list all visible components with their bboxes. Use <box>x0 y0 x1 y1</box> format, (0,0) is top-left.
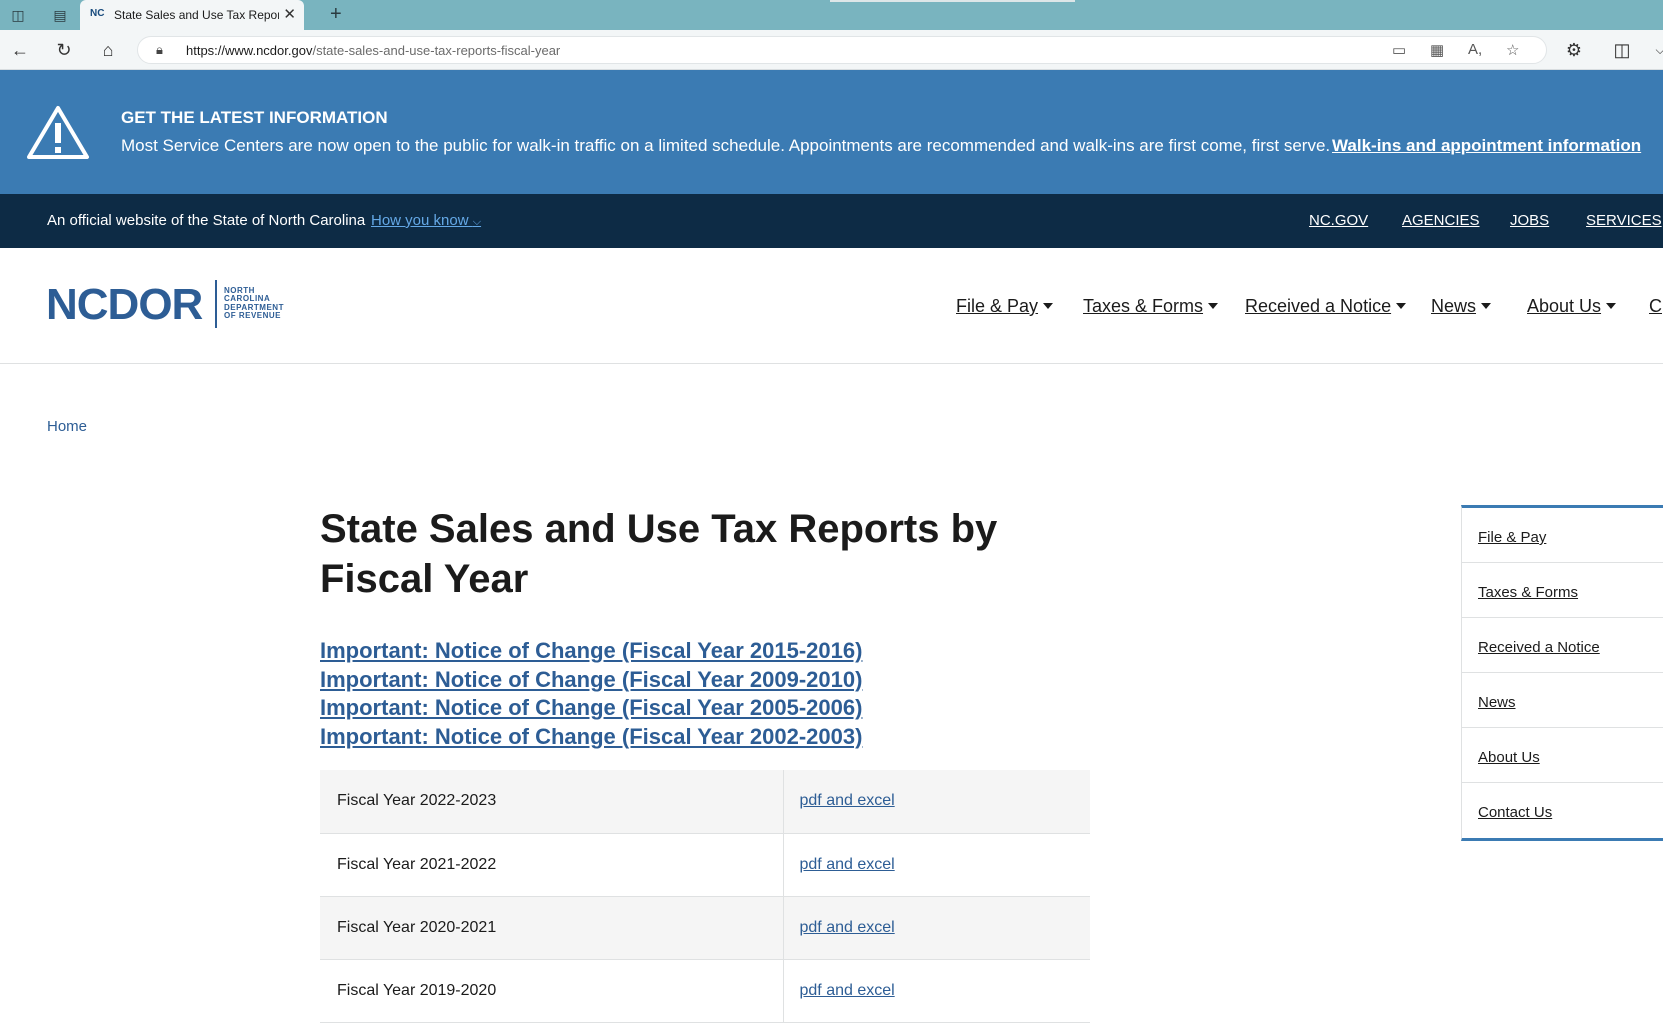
side-nav-item: Taxes & Forms <box>1462 563 1663 618</box>
lock-icon: 🔒︎ <box>156 42 163 57</box>
caret-down-icon <box>1481 303 1492 309</box>
tab-title: State Sales and Use Tax Reports by Fisca… <box>114 8 279 22</box>
nav-taxes-forms[interactable]: Taxes & Forms <box>1083 296 1219 317</box>
caret-down-icon <box>1043 303 1054 309</box>
jobs-link[interactable]: JOBS <box>1510 212 1549 229</box>
pdf-excel-link[interactable]: pdf and excel <box>800 982 895 999</box>
download-cell: pdf and excel <box>783 896 1090 960</box>
caret-down-icon <box>1606 303 1617 309</box>
browser-tab-bar: ◫ ▤ NC State Sales and Use Tax Reports b… <box>0 0 1663 30</box>
page-title: State Sales and Use Tax Reports by Fisca… <box>320 507 998 601</box>
nc-gov-link[interactable]: NC.GOV <box>1309 212 1368 229</box>
table-row: Fiscal Year 2020-2021 pdf and excel <box>320 896 1090 960</box>
side-nav-file-pay[interactable]: File & Pay <box>1478 529 1546 546</box>
chevron-down-icon: ⌵ <box>472 216 482 228</box>
services-link[interactable]: SERVICES <box>1586 212 1662 229</box>
alert-banner: GET THE LATEST INFORMATION Most Service … <box>0 70 1663 194</box>
logo-wordmark: NCDOR <box>46 280 203 329</box>
tab-favicon: NC <box>90 8 105 19</box>
warning-icon <box>27 106 89 159</box>
favorite-star-icon[interactable]: ☆ <box>1506 41 1519 59</box>
url-text: https://www.ncdor.gov/state-sales-and-us… <box>186 43 561 58</box>
side-nav-taxes-forms[interactable]: Taxes & Forms <box>1478 584 1578 601</box>
alert-text: Most Service Centers are now open to the… <box>121 136 1331 155</box>
side-nav-contact-us[interactable]: Contact Us <box>1478 804 1552 821</box>
table-row: Fiscal Year 2021-2022 pdf and excel <box>320 833 1090 897</box>
fiscal-year-cell: Fiscal Year 2019-2020 <box>320 959 784 1023</box>
side-nav-item: File & Pay <box>1462 508 1663 563</box>
refresh-icon[interactable]: ↻ <box>54 40 74 60</box>
url-field[interactable]: 🔒︎ https://www.ncdor.gov/state-sales-and… <box>137 36 1547 64</box>
immersive-reader-icon[interactable]: ▭ <box>1392 41 1406 59</box>
more-chevron-icon[interactable]: ⌵ <box>1650 40 1663 60</box>
walk-ins-link[interactable]: Walk-ins and appointment information <box>1332 136 1641 156</box>
back-icon[interactable]: ← <box>10 40 30 60</box>
fiscal-year-cell: Fiscal Year 2022-2023 <box>320 770 784 834</box>
split-screen-icon[interactable]: ◫ <box>1612 40 1632 60</box>
side-nav-item: Received a Notice <box>1462 618 1663 673</box>
how-you-know-link[interactable]: How you know ⌵ <box>371 212 481 229</box>
browser-address-bar: ← ↻ ⌂ 🔒︎ https://www.ncdor.gov/state-sal… <box>0 30 1663 70</box>
fiscal-year-cell: Fiscal Year 2021-2022 <box>320 833 784 897</box>
fiscal-year-table: Fiscal Year 2022-2023 pdf and excel Fisc… <box>320 770 1090 1023</box>
tab-bar-accent <box>830 0 1075 2</box>
nav-news[interactable]: News <box>1431 296 1492 317</box>
nav-received-notice[interactable]: Received a Notice <box>1245 296 1407 317</box>
fiscal-year-cell: Fiscal Year 2020-2021 <box>320 896 784 960</box>
table-row: Fiscal Year 2022-2023 pdf and excel <box>320 770 1090 834</box>
pdf-excel-link[interactable]: pdf and excel <box>800 856 895 873</box>
pdf-excel-link[interactable]: pdf and excel <box>800 919 895 936</box>
apps-icon[interactable]: ▦ <box>1430 41 1444 59</box>
nav-file-pay[interactable]: File & Pay <box>956 296 1054 317</box>
notice-link-2015-2016[interactable]: Important: Notice of Change (Fiscal Year… <box>320 637 862 666</box>
side-nav: File & Pay Taxes & Forms Received a Noti… <box>1461 505 1663 841</box>
pdf-excel-link[interactable]: pdf and excel <box>800 792 895 809</box>
side-nav-about-us[interactable]: About Us <box>1478 749 1540 766</box>
nav-contact-us[interactable]: C <box>1649 296 1662 317</box>
side-nav-item: News <box>1462 673 1663 728</box>
breadcrumb-home[interactable]: Home <box>47 418 87 435</box>
notice-link-2002-2003[interactable]: Important: Notice of Change (Fiscal Year… <box>320 723 862 752</box>
workspaces-icon[interactable]: ◫ <box>9 6 27 24</box>
notice-link-2009-2010[interactable]: Important: Notice of Change (Fiscal Year… <box>320 666 862 695</box>
new-tab-icon[interactable]: + <box>330 3 342 26</box>
alert-title: GET THE LATEST INFORMATION <box>121 108 388 127</box>
download-cell: pdf and excel <box>783 959 1090 1023</box>
official-text: An official website of the State of Nort… <box>47 212 366 229</box>
caret-down-icon <box>1396 303 1407 309</box>
browser-tab-active[interactable]: NC State Sales and Use Tax Reports by Fi… <box>80 0 304 30</box>
side-nav-news[interactable]: News <box>1478 694 1516 711</box>
notice-links: Important: Notice of Change (Fiscal Year… <box>320 637 862 751</box>
logo-subtitle: NORTH CAROLINA DEPARTMENT OF REVENUE <box>224 286 284 320</box>
official-site-bar: An official website of the State of Nort… <box>0 194 1663 248</box>
close-tab-icon[interactable]: ✕ <box>283 5 296 23</box>
download-cell: pdf and excel <box>783 770 1090 834</box>
notice-link-2005-2006[interactable]: Important: Notice of Change (Fiscal Year… <box>320 694 862 723</box>
agencies-link[interactable]: AGENCIES <box>1402 212 1480 229</box>
read-aloud-icon[interactable]: A, <box>1468 41 1482 58</box>
download-cell: pdf and excel <box>783 833 1090 897</box>
logo-divider <box>215 280 217 328</box>
extensions-icon[interactable]: ⚙ <box>1564 40 1584 60</box>
side-nav-received-notice[interactable]: Received a Notice <box>1478 639 1600 656</box>
tab-actions-icon[interactable]: ▤ <box>51 6 69 24</box>
home-icon[interactable]: ⌂ <box>98 40 118 60</box>
table-row: Fiscal Year 2019-2020 pdf and excel <box>320 959 1090 1023</box>
caret-down-icon <box>1208 303 1219 309</box>
side-nav-item: About Us <box>1462 728 1663 783</box>
side-nav-item: Contact Us <box>1462 783 1663 838</box>
nav-about-us[interactable]: About Us <box>1527 296 1617 317</box>
